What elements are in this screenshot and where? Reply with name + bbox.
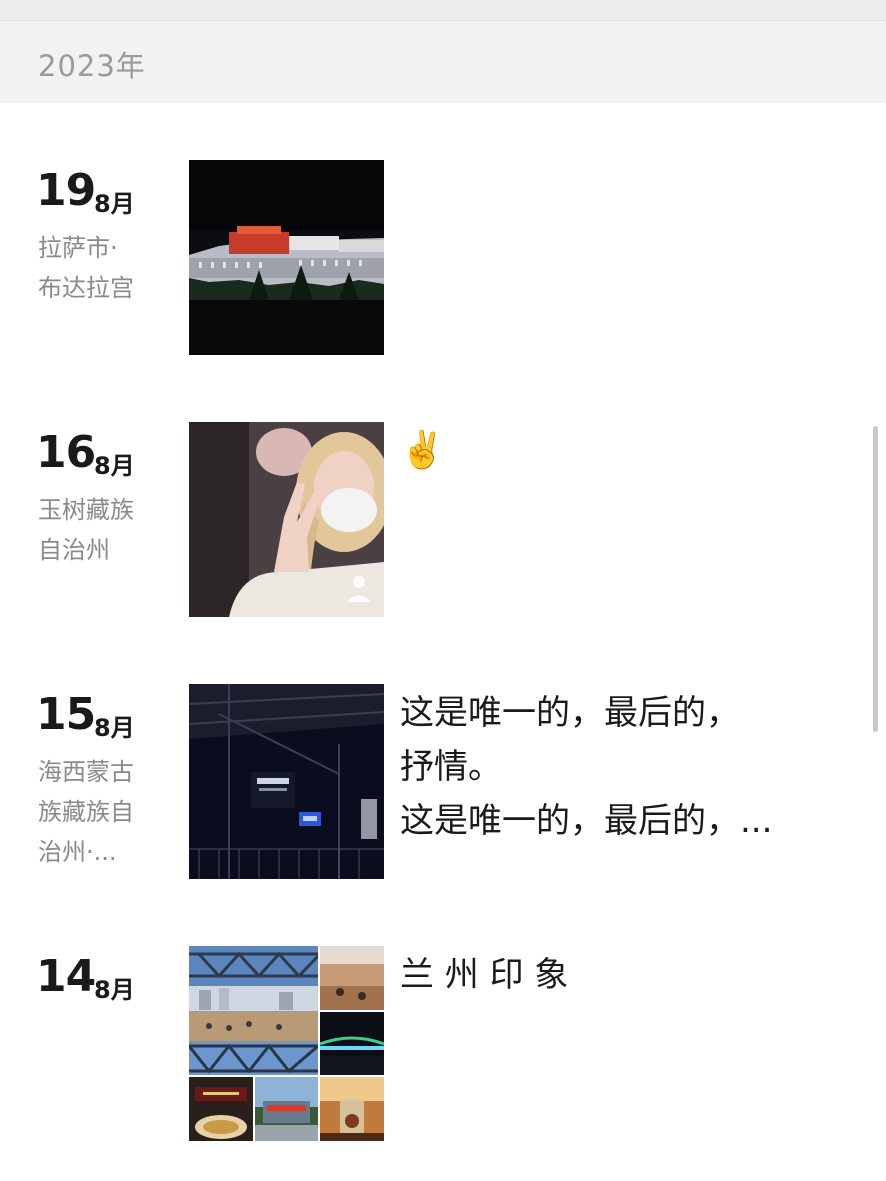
date-day: 16	[36, 427, 96, 478]
caption-line: 抒情。	[400, 747, 502, 787]
location-line: 族藏族自	[38, 798, 134, 826]
station-night-photo	[189, 684, 384, 879]
location-label: 海西蒙古 族藏族自 治州·...	[38, 752, 158, 872]
date-month: 8月	[94, 452, 135, 480]
photo-thumbnail[interactable]	[189, 422, 384, 617]
moment-entry[interactable]: 16 8月 玉树藏族 自治州 ✌️	[0, 422, 886, 622]
date-day: 15	[36, 689, 96, 740]
location-line: 拉萨市·	[38, 234, 118, 262]
year-label: 2023年	[38, 49, 146, 83]
date-month: 8月	[94, 976, 135, 1004]
caption-line: 这是唯一的，最后的，	[400, 693, 740, 733]
location-line: 布达拉宫	[38, 274, 134, 302]
selfie-photo	[189, 422, 384, 617]
location-label: 玉树藏族 自治州	[38, 490, 158, 570]
location-line: 自治州	[38, 536, 110, 564]
moment-entry[interactable]: 19 8月 拉萨市· 布达拉宫	[0, 160, 886, 360]
potala-palace-photo	[189, 160, 384, 355]
collage-photo-drink	[320, 1077, 384, 1141]
status-strip	[0, 0, 886, 21]
moment-entry[interactable]: 14 8月 兰 州 印 象	[0, 946, 886, 1146]
photo-collage[interactable]	[189, 946, 384, 1141]
collage-photo-food	[189, 1077, 253, 1141]
photo-thumbnail[interactable]	[189, 684, 384, 879]
date-day: 14	[36, 951, 96, 1002]
caption-line: 这是唯一的，最后的，...	[400, 801, 773, 841]
photo-thumbnail[interactable]	[189, 160, 384, 355]
collage-photo-night-bridge	[320, 1012, 384, 1075]
location-line: 海西蒙古	[38, 758, 134, 786]
collage-photo-river	[320, 946, 384, 1010]
text-caption: 兰 州 印 象	[400, 955, 569, 995]
collage-photo-building	[255, 1077, 318, 1141]
date-month: 8月	[94, 714, 135, 742]
location-line: 治州·...	[38, 838, 117, 866]
date-day: 19	[36, 165, 96, 216]
year-header: 2023年	[0, 21, 886, 103]
emoji-caption: ✌️	[400, 430, 445, 471]
date-month: 8月	[94, 190, 135, 218]
collage-photo-bridge	[189, 946, 318, 1075]
moment-entry[interactable]: 15 8月 海西蒙古 族藏族自 治州·... 这是唯一的，最后的， 抒情。 这是…	[0, 684, 886, 884]
location-label: 拉萨市· 布达拉宫	[38, 228, 158, 308]
location-line: 玉树藏族	[38, 496, 134, 524]
text-caption: 这是唯一的，最后的， 抒情。 这是唯一的，最后的，...	[400, 686, 840, 848]
scrollbar[interactable]	[873, 426, 878, 732]
